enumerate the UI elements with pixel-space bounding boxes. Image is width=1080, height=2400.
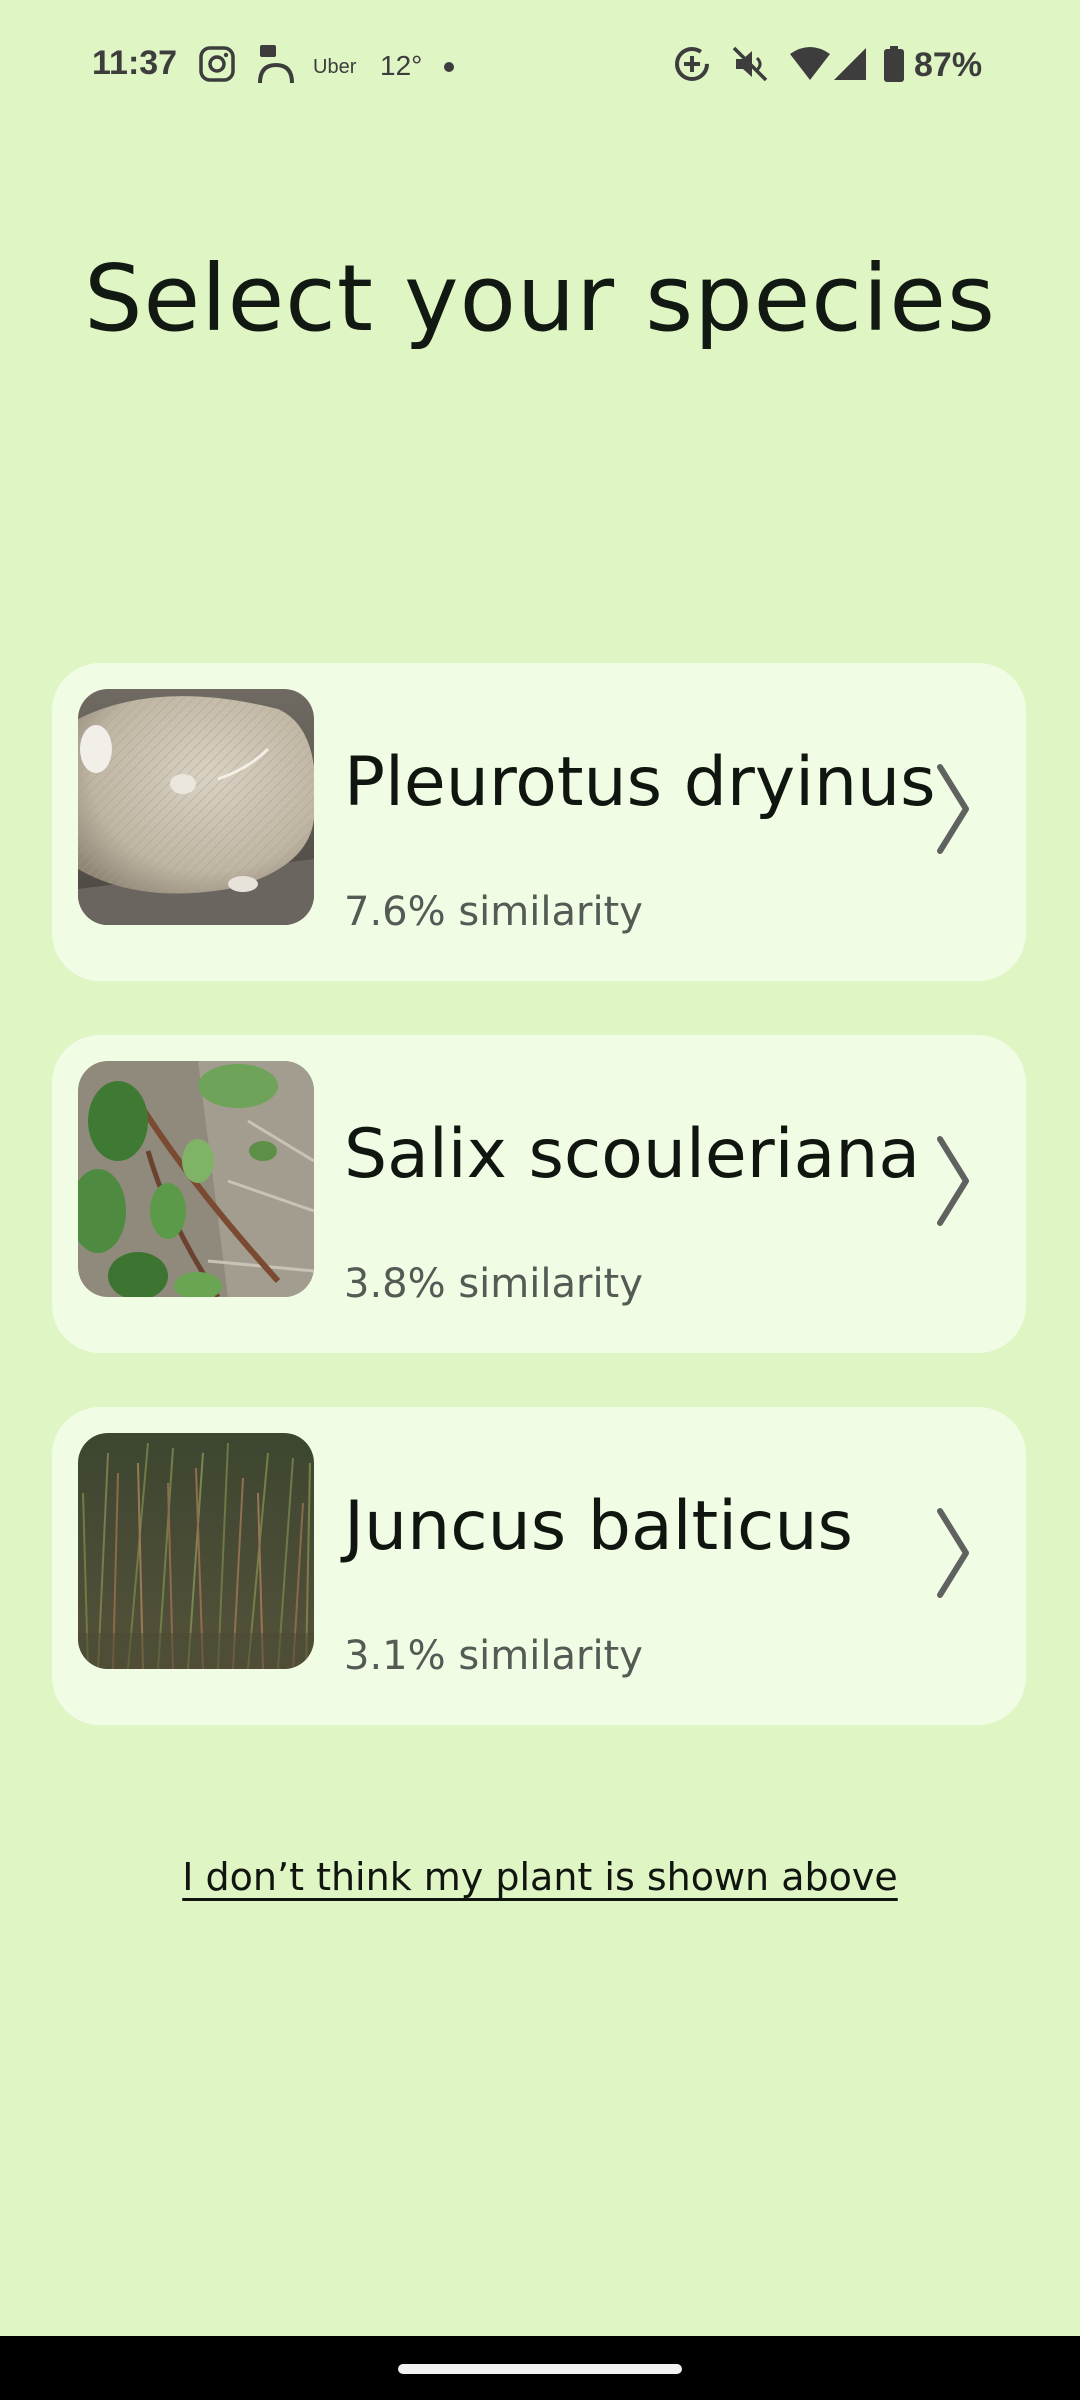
battery-icon — [882, 44, 906, 84]
species-card-salix-scouleriana[interactable]: Salix scouleriana 3.8% similarity — [52, 1035, 1026, 1353]
home-gesture-handle[interactable] — [398, 2364, 682, 2374]
species-image — [78, 1061, 314, 1297]
species-name: Salix scouleriana — [344, 1115, 921, 1194]
battery-percent: 87% — [914, 46, 983, 84]
species-name: Juncus balticus — [344, 1487, 853, 1566]
status-bar: 11:37 Uber 12° 87% — [0, 0, 1080, 130]
similarity-score: 7.6% similarity — [344, 889, 643, 935]
signal-icon — [832, 44, 868, 84]
species-card-pleurotus-dryinus[interactable]: Pleurotus dryinus 7.6% similarity — [52, 663, 1026, 981]
plant-not-shown-link[interactable]: I don’t think my plant is shown above — [0, 1855, 1080, 1899]
mute-icon — [730, 44, 770, 84]
chevron-right-icon — [937, 764, 969, 854]
navigation-bar — [0, 2336, 1080, 2400]
species-name: Pleurotus dryinus — [344, 743, 936, 822]
status-time: 11:37 — [92, 44, 178, 82]
instagram-icon — [198, 44, 236, 84]
species-image — [78, 1433, 314, 1669]
chevron-right-icon — [937, 1508, 969, 1598]
uber-icon: Uber — [313, 56, 357, 78]
chevron-right-icon — [937, 1136, 969, 1226]
species-card-juncus-balticus[interactable]: Juncus balticus 3.1% similarity — [52, 1407, 1026, 1725]
wifi-icon — [788, 44, 832, 84]
data-saver-icon — [672, 44, 712, 84]
toll-app-icon — [256, 44, 296, 84]
more-notifications-dot — [444, 62, 454, 72]
species-image — [78, 689, 314, 925]
similarity-score: 3.1% similarity — [344, 1633, 643, 1679]
weather-temperature: 12° — [380, 50, 423, 81]
page-title: Select your species — [84, 245, 996, 352]
similarity-score: 3.8% similarity — [344, 1261, 643, 1307]
